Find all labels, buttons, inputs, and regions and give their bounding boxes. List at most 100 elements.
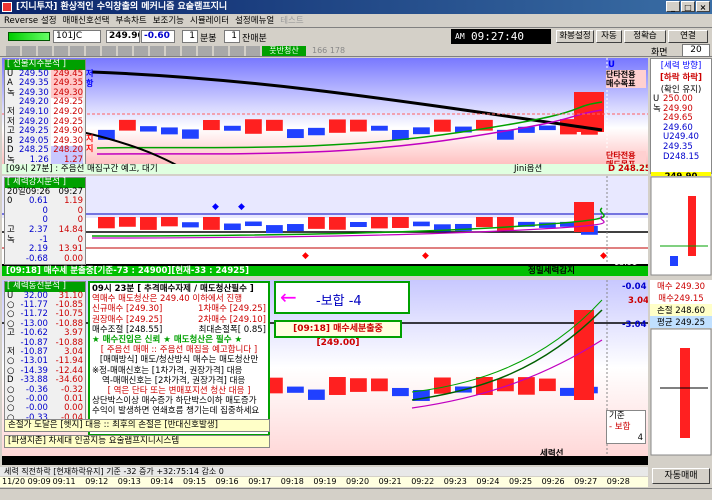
- strategy-note-7: 수익이 발생하면 연쇄흐름 챙기는데 집중하세요: [92, 406, 260, 417]
- diamond-marker-1: ◆: [212, 202, 219, 212]
- bohap-text: -보합 -4: [316, 294, 362, 309]
- auto-button[interactable]: 자동: [596, 30, 622, 43]
- candle-bar: [413, 127, 430, 135]
- mini-chart-2: [650, 328, 712, 456]
- minimize-button[interactable]: _: [666, 1, 680, 12]
- auto-trade-button[interactable]: 자동매매: [652, 468, 710, 484]
- band-2: [09:18] 매수세 분출중[기준-73 : 24900][현재-33 : 2…: [2, 266, 648, 276]
- strategy-box: 09시 23분 [ 추격매수자제 / 매도청산필수 ] 역매수 매도청산은 24…: [88, 281, 270, 436]
- force-row: -0.68 0.00: [25, 253, 83, 264]
- count-input[interactable]: 1: [224, 30, 240, 43]
- title-bar: [지니투자] 환상적인 수익창출의 메커니즘 요술램프지니 _ □ ×: [0, 0, 712, 14]
- time-tick: 09:15: [183, 477, 207, 486]
- candle-bar: [161, 217, 178, 227]
- signal-chart-panel: [ 세력동선분석 ] U 32.00 31.10 ○ -11.77 -10.85 ○ -11.…: [2, 280, 648, 465]
- candle-bar: [308, 127, 325, 136]
- signal-status-box: [09:18] 매수세분출중[249.00]: [274, 320, 402, 348]
- sig-info-box: [ 세력동선분석 ] U 32.00 31.10 ○ -11.77 -10.85 ○ -11.…: [4, 281, 86, 425]
- candle-bar: [245, 221, 262, 227]
- window-title: [지니투자] 환상적인 수익창출의 메커니즘 요술램프지니: [16, 2, 228, 12]
- adjust-button[interactable]: 정확습: [624, 30, 666, 43]
- right-panel-top: [세력 방향] [하락 하락] (확인 유지) U 250.00 녹 249.90 24…: [650, 58, 712, 183]
- tab-active[interactable]: 풋반청산: [262, 46, 306, 56]
- time-tick: 09:12: [85, 477, 109, 486]
- candle-bar: [350, 378, 367, 392]
- menu-manual[interactable]: 설정메뉴얼: [235, 14, 274, 27]
- time-tick: 09:20: [346, 477, 370, 486]
- resist-tag: 저항: [86, 69, 94, 88]
- menu-reverse[interactable]: Reverse 설정: [4, 14, 57, 27]
- interval-unit: 분봉: [200, 34, 217, 44]
- menu-test[interactable]: 테스트: [280, 14, 303, 27]
- status-bar: [0, 488, 712, 500]
- menu-simulator[interactable]: 시뮬레이터: [190, 14, 229, 27]
- buy-price: 매수 249.30: [650, 280, 712, 292]
- code-select[interactable]: 101JC: [53, 30, 101, 43]
- tab-strip[interactable]: [6, 46, 261, 56]
- timeline: 세력 직전하락 [현재하락유지] 기준 -32 증가 +32:75:14 감소 …: [0, 467, 648, 476]
- arrow-left-icon: ←: [280, 285, 297, 309]
- candle-bar: [350, 222, 367, 228]
- sub-toolbar: 풋반청산 166 178 화면 20: [0, 44, 712, 58]
- time-tick: 09:19: [313, 477, 337, 486]
- direction-row: D248.15: [663, 151, 700, 162]
- screen-input[interactable]: 20: [682, 44, 710, 57]
- screen-setting-button[interactable]: 화봉설정: [556, 30, 594, 43]
- candle-bar: [518, 377, 535, 395]
- direction-value: [하락 하락]: [659, 73, 702, 83]
- candle-bar: [140, 126, 157, 132]
- candle-bar: [350, 119, 367, 132]
- candle-bar: [98, 217, 115, 229]
- candle-bar: [413, 221, 430, 227]
- sig-value-3: -3.04: [622, 320, 647, 330]
- maximize-button[interactable]: □: [681, 1, 695, 12]
- new-buy: 신규매수 [249.30]: [92, 304, 163, 315]
- menu-signal[interactable]: 매매신호선택: [63, 14, 110, 27]
- candle-bar: [308, 217, 325, 229]
- candle-bar: [287, 129, 304, 139]
- close-button[interactable]: ×: [696, 1, 710, 12]
- right-panel-mid: [650, 176, 712, 276]
- strategy-note-6: 상단박스이상 매수증가 하단박스이하 매도증가: [92, 396, 257, 407]
- time-tick: 09:11: [52, 477, 76, 486]
- candle-bar: [392, 387, 409, 397]
- candle-bar: [224, 125, 241, 131]
- stop-price: 손절 248.60: [650, 304, 712, 316]
- diamond-marker-2: ◆: [238, 202, 245, 212]
- candle-bar: [119, 217, 136, 227]
- candle-bar: [539, 125, 556, 131]
- force-chart-panel: ◆ ◆ ◆ ◆ ◆ [ 세력강지분석 ] 20일09:26 09:27 0 0.61…: [2, 176, 648, 276]
- second-buy: 2차매수 [249.10]: [198, 314, 266, 325]
- time-tick: 09:14: [150, 477, 174, 486]
- candle-bar: [434, 119, 451, 132]
- strategy-note-4: 역-매매신호는 [2차가격, 권장가격] 대응: [102, 375, 246, 386]
- main-toolbar: 101JC 249.90 -0.60 1 분봉 1 잔매분 화봉설정 자동 정확…: [0, 29, 712, 45]
- time-tick: 11/20 09:09: [2, 477, 51, 486]
- band-1: [09시 27분] : 주음선 매집구간 예고, 대기 Jini옵션 D 248.2…: [2, 164, 648, 174]
- candle-bar: [119, 119, 136, 131]
- candle-bar: [203, 217, 220, 230]
- diamond-marker-3: ◆: [302, 251, 309, 261]
- connect-button[interactable]: 연결: [668, 30, 708, 43]
- time-tick: 09:27: [574, 477, 598, 486]
- time-tick: 09:25: [509, 477, 533, 486]
- candle-bar: [266, 119, 283, 131]
- direction-title: [세력 방향]: [660, 61, 702, 71]
- candle-bar: [371, 125, 388, 131]
- strategy-mark: ★ 매수진입은 신뢰 ★ 매도청산은 필수 ★: [92, 335, 243, 346]
- recommend-buy: 권장매수 [249.25]: [92, 314, 163, 325]
- candle-bar: [371, 378, 388, 392]
- status-text-row: 세력 직전하락 [현재하락유지] 기준 -32 증가 +32:75:14 감소 …: [0, 467, 648, 476]
- clock-icon: AM: [455, 32, 465, 41]
- time-tick: 09:18: [280, 477, 304, 486]
- band-1-text: [09시 27분] : 주음선 매집구간 예고, 대기: [6, 164, 158, 174]
- band-2-text: [09:18] 매수세 분출중[기준-73 : 24900][현재-33 : 2…: [6, 266, 249, 276]
- candle-bar: [266, 225, 283, 234]
- candle-bar: [392, 217, 409, 228]
- force-chart: ◆ ◆ ◆ ◆ ◆: [2, 176, 648, 264]
- interval-input[interactable]: 1: [182, 30, 198, 43]
- candle-bar: [329, 377, 346, 395]
- counter-label: 166 178: [312, 46, 346, 55]
- menu-assist[interactable]: 보조기능: [153, 14, 184, 27]
- menu-subchart[interactable]: 부속차트: [115, 14, 146, 27]
